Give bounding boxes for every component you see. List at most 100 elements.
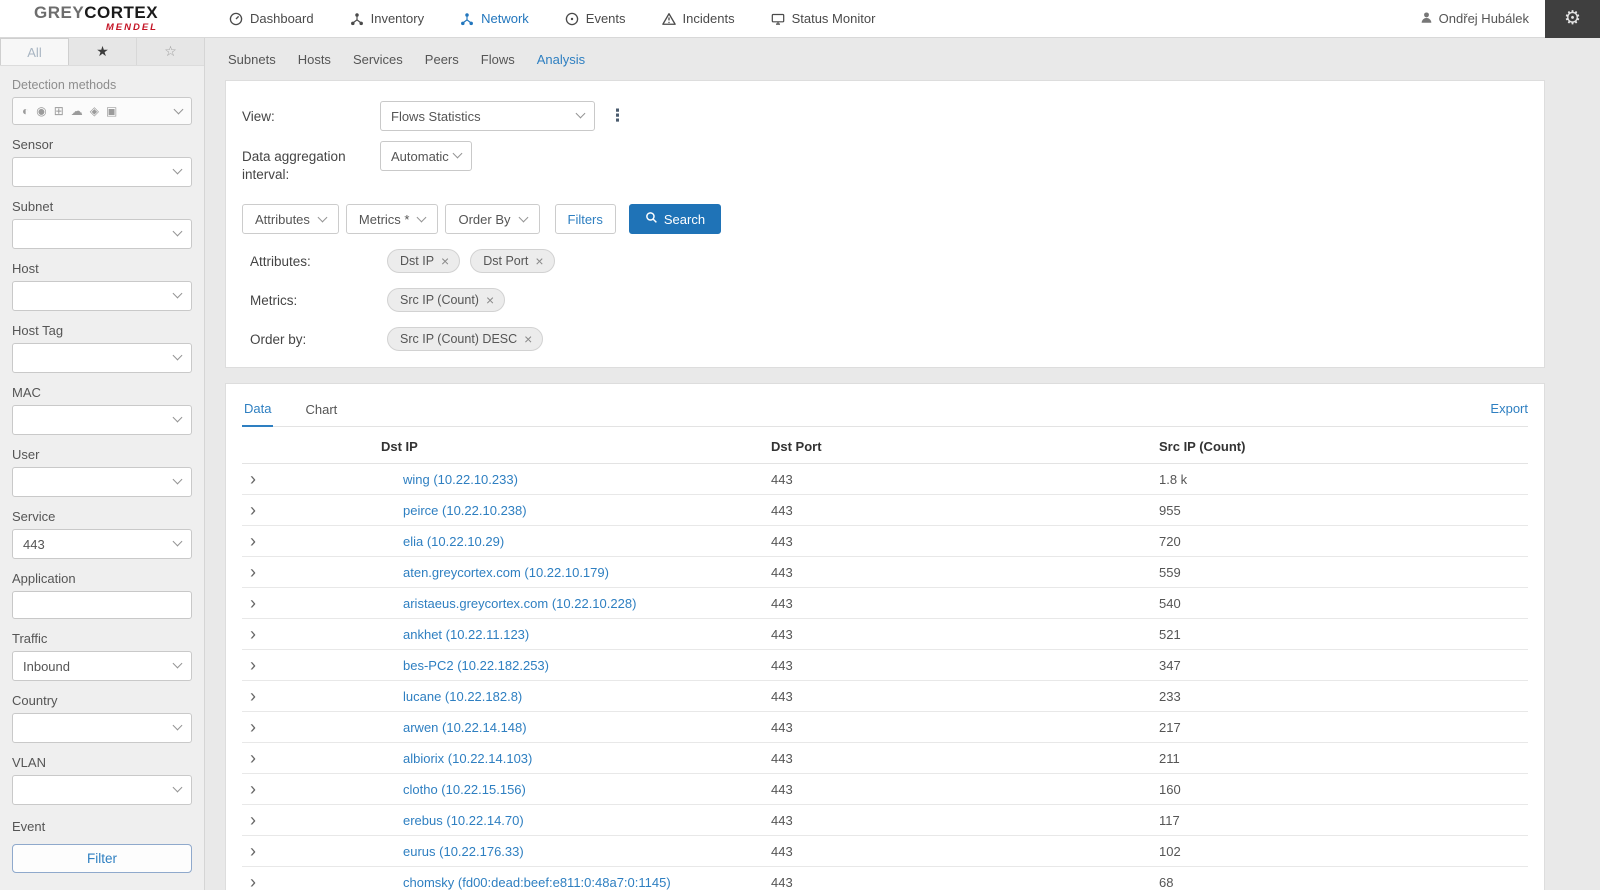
filters-button[interactable]: Filters (554, 204, 616, 235)
expand-row-chevron-icon[interactable]: › (250, 501, 256, 519)
nav-item-dashboard[interactable]: Dashboard (229, 11, 314, 26)
nav-label: Network (481, 11, 529, 26)
dst-port-value: 443 (771, 804, 1159, 837)
table-row: › arwen (10.22.14.148) 443 217 (242, 711, 1528, 744)
dst-ip-link[interactable]: chomsky (fd00:dead:beef:e811:0:48a7:0:11… (403, 875, 671, 890)
user-filter-select[interactable] (12, 467, 192, 497)
sensor-filter-select[interactable] (12, 157, 192, 187)
vlan-filter-select[interactable] (12, 775, 192, 805)
host-filter-select[interactable] (12, 281, 192, 311)
metrics-button[interactable]: Metrics * (345, 204, 439, 235)
nav-item-inventory[interactable]: Inventory (350, 11, 424, 26)
dst-ip-link[interactable]: arwen (10.22.14.148) (403, 720, 527, 735)
tab-services[interactable]: Services (342, 47, 414, 72)
expand-row-chevron-icon[interactable]: › (250, 718, 256, 736)
metrics-chips-row: Metrics: Src IP (Count) × (242, 288, 1528, 313)
nav-item-network[interactable]: Network (460, 11, 529, 26)
view-options-kebab-icon[interactable]: ⋮ (609, 106, 626, 126)
expand-row-chevron-icon[interactable]: › (250, 873, 256, 890)
remove-chip-icon[interactable]: × (441, 254, 449, 268)
dst-ip-link[interactable]: albiorix (10.22.14.103) (403, 751, 532, 766)
dst-ip-link[interactable]: bes-PC2 (10.22.182.253) (403, 658, 549, 673)
service-filter-select[interactable]: 443 (12, 529, 192, 559)
tab-analysis[interactable]: Analysis (526, 47, 596, 72)
chip-src-ip-count: Src IP (Count) × (387, 288, 506, 313)
attributes-button[interactable]: Attributes (242, 204, 339, 235)
table-header-row: Dst IP Dst Port Src IP (Count) (242, 427, 1528, 465)
expand-row-chevron-icon[interactable]: › (250, 842, 256, 860)
traffic-filter-select[interactable]: Inbound (12, 651, 192, 681)
fav-tab-starred[interactable]: ★ (69, 38, 137, 65)
application-filter-input[interactable] (12, 591, 192, 619)
src-ip-count-value: 521 (1159, 618, 1528, 651)
dst-ip-link[interactable]: peirce (10.22.10.238) (403, 503, 527, 518)
table-row: › clotho (10.22.15.156) 443 160 (242, 773, 1528, 806)
remove-chip-icon[interactable]: × (524, 332, 532, 346)
dst-port-value: 443 (771, 463, 1159, 496)
nav-item-incidents[interactable]: Incidents (661, 11, 735, 26)
filter-field: Subnet (0, 199, 204, 249)
tab-subnets[interactable]: Subnets (217, 47, 287, 72)
export-link[interactable]: Export (1490, 401, 1528, 422)
tab-data[interactable]: Data (242, 396, 274, 428)
order-by-button[interactable]: Order By (445, 204, 540, 235)
top-bar-right: Ondřej Hubálek ⚙ (1420, 0, 1600, 38)
detection-radar-icon: ◉ (36, 104, 47, 118)
expand-row-chevron-icon[interactable]: › (250, 470, 256, 488)
sidebar-filter-fields: Sensor Subnet Host Host Tag MAC User Ser… (0, 125, 204, 805)
expand-row-chevron-icon[interactable]: › (250, 594, 256, 612)
remove-chip-icon[interactable]: × (535, 254, 543, 268)
settings-button[interactable]: ⚙ (1545, 0, 1600, 38)
user-menu[interactable]: Ondřej Hubálek (1420, 11, 1529, 27)
dst-port-value: 443 (771, 680, 1159, 713)
tab-chart[interactable]: Chart (303, 397, 339, 426)
table-row: › wing (10.22.10.233) 443 1.8 k (242, 463, 1528, 496)
dst-ip-link[interactable]: clotho (10.22.15.156) (403, 782, 526, 797)
aggregation-select[interactable]: Automatic (380, 141, 472, 171)
expand-row-chevron-icon[interactable]: › (250, 687, 256, 705)
search-button[interactable]: Search (628, 204, 722, 235)
filter-field: Country (0, 693, 204, 743)
host-tag-filter-select[interactable] (12, 343, 192, 373)
detection-method-icons: ◐ ◉ ⊞ ☁ ◈ ▣ (22, 104, 175, 118)
attributes-button-label: Attributes (255, 211, 310, 227)
expand-row-chevron-icon[interactable]: › (250, 532, 256, 550)
remove-chip-icon[interactable]: × (486, 293, 494, 307)
dst-ip-link[interactable]: eurus (10.22.176.33) (403, 844, 524, 859)
dst-ip-link[interactable]: aristaeus.greycortex.com (10.22.10.228) (403, 596, 636, 611)
expand-row-chevron-icon[interactable]: › (250, 625, 256, 643)
detection-tag-icon: ◈ (89, 104, 100, 118)
top-bar: GREYCORTEX MENDEL Dashboard Inventory Ne… (0, 0, 1600, 38)
filter-button[interactable]: Filter (12, 844, 192, 873)
logo-grey-text: GREY (34, 3, 85, 23)
nav-item-status-monitor[interactable]: Status Monitor (771, 11, 875, 26)
expand-row-chevron-icon[interactable]: › (250, 749, 256, 767)
dst-ip-link[interactable]: lucane (10.22.182.8) (403, 689, 522, 704)
detection-methods-select[interactable]: ◐ ◉ ⊞ ☁ ◈ ▣ (12, 97, 192, 125)
app-logo: GREYCORTEX MENDEL (0, 4, 205, 33)
dst-ip-link[interactable]: aten.greycortex.com (10.22.10.179) (403, 565, 609, 580)
tab-peers[interactable]: Peers (414, 47, 470, 72)
dst-ip-link[interactable]: wing (10.22.10.233) (403, 472, 518, 487)
view-select[interactable]: Flows Statistics (380, 101, 595, 131)
user-icon (1420, 11, 1433, 27)
expand-row-chevron-icon[interactable]: › (250, 811, 256, 829)
fav-tab-all[interactable]: All (0, 38, 69, 65)
dst-port-value: 443 (771, 525, 1159, 558)
favorite-filter-tabs: All ★ ☆ (0, 38, 204, 66)
dst-ip-link[interactable]: elia (10.22.10.29) (403, 534, 504, 549)
country-filter-select[interactable] (12, 713, 192, 743)
expand-row-chevron-icon[interactable]: › (250, 780, 256, 798)
nav-item-events[interactable]: Events (565, 11, 626, 26)
dst-ip-link[interactable]: ankhet (10.22.11.123) (403, 627, 529, 642)
dst-ip-link[interactable]: erebus (10.22.14.70) (403, 813, 524, 828)
fav-tab-unstarred[interactable]: ☆ (137, 38, 204, 65)
expand-row-chevron-icon[interactable]: › (250, 656, 256, 674)
mac-filter-select[interactable] (12, 405, 192, 435)
sidebar-bottom: Filter Clear↶ Filter Manager (0, 834, 204, 890)
filter-field-label: Host Tag (12, 323, 64, 338)
tab-flows[interactable]: Flows (470, 47, 526, 72)
subnet-filter-select[interactable] (12, 219, 192, 249)
tab-hosts[interactable]: Hosts (287, 47, 342, 72)
expand-row-chevron-icon[interactable]: › (250, 563, 256, 581)
